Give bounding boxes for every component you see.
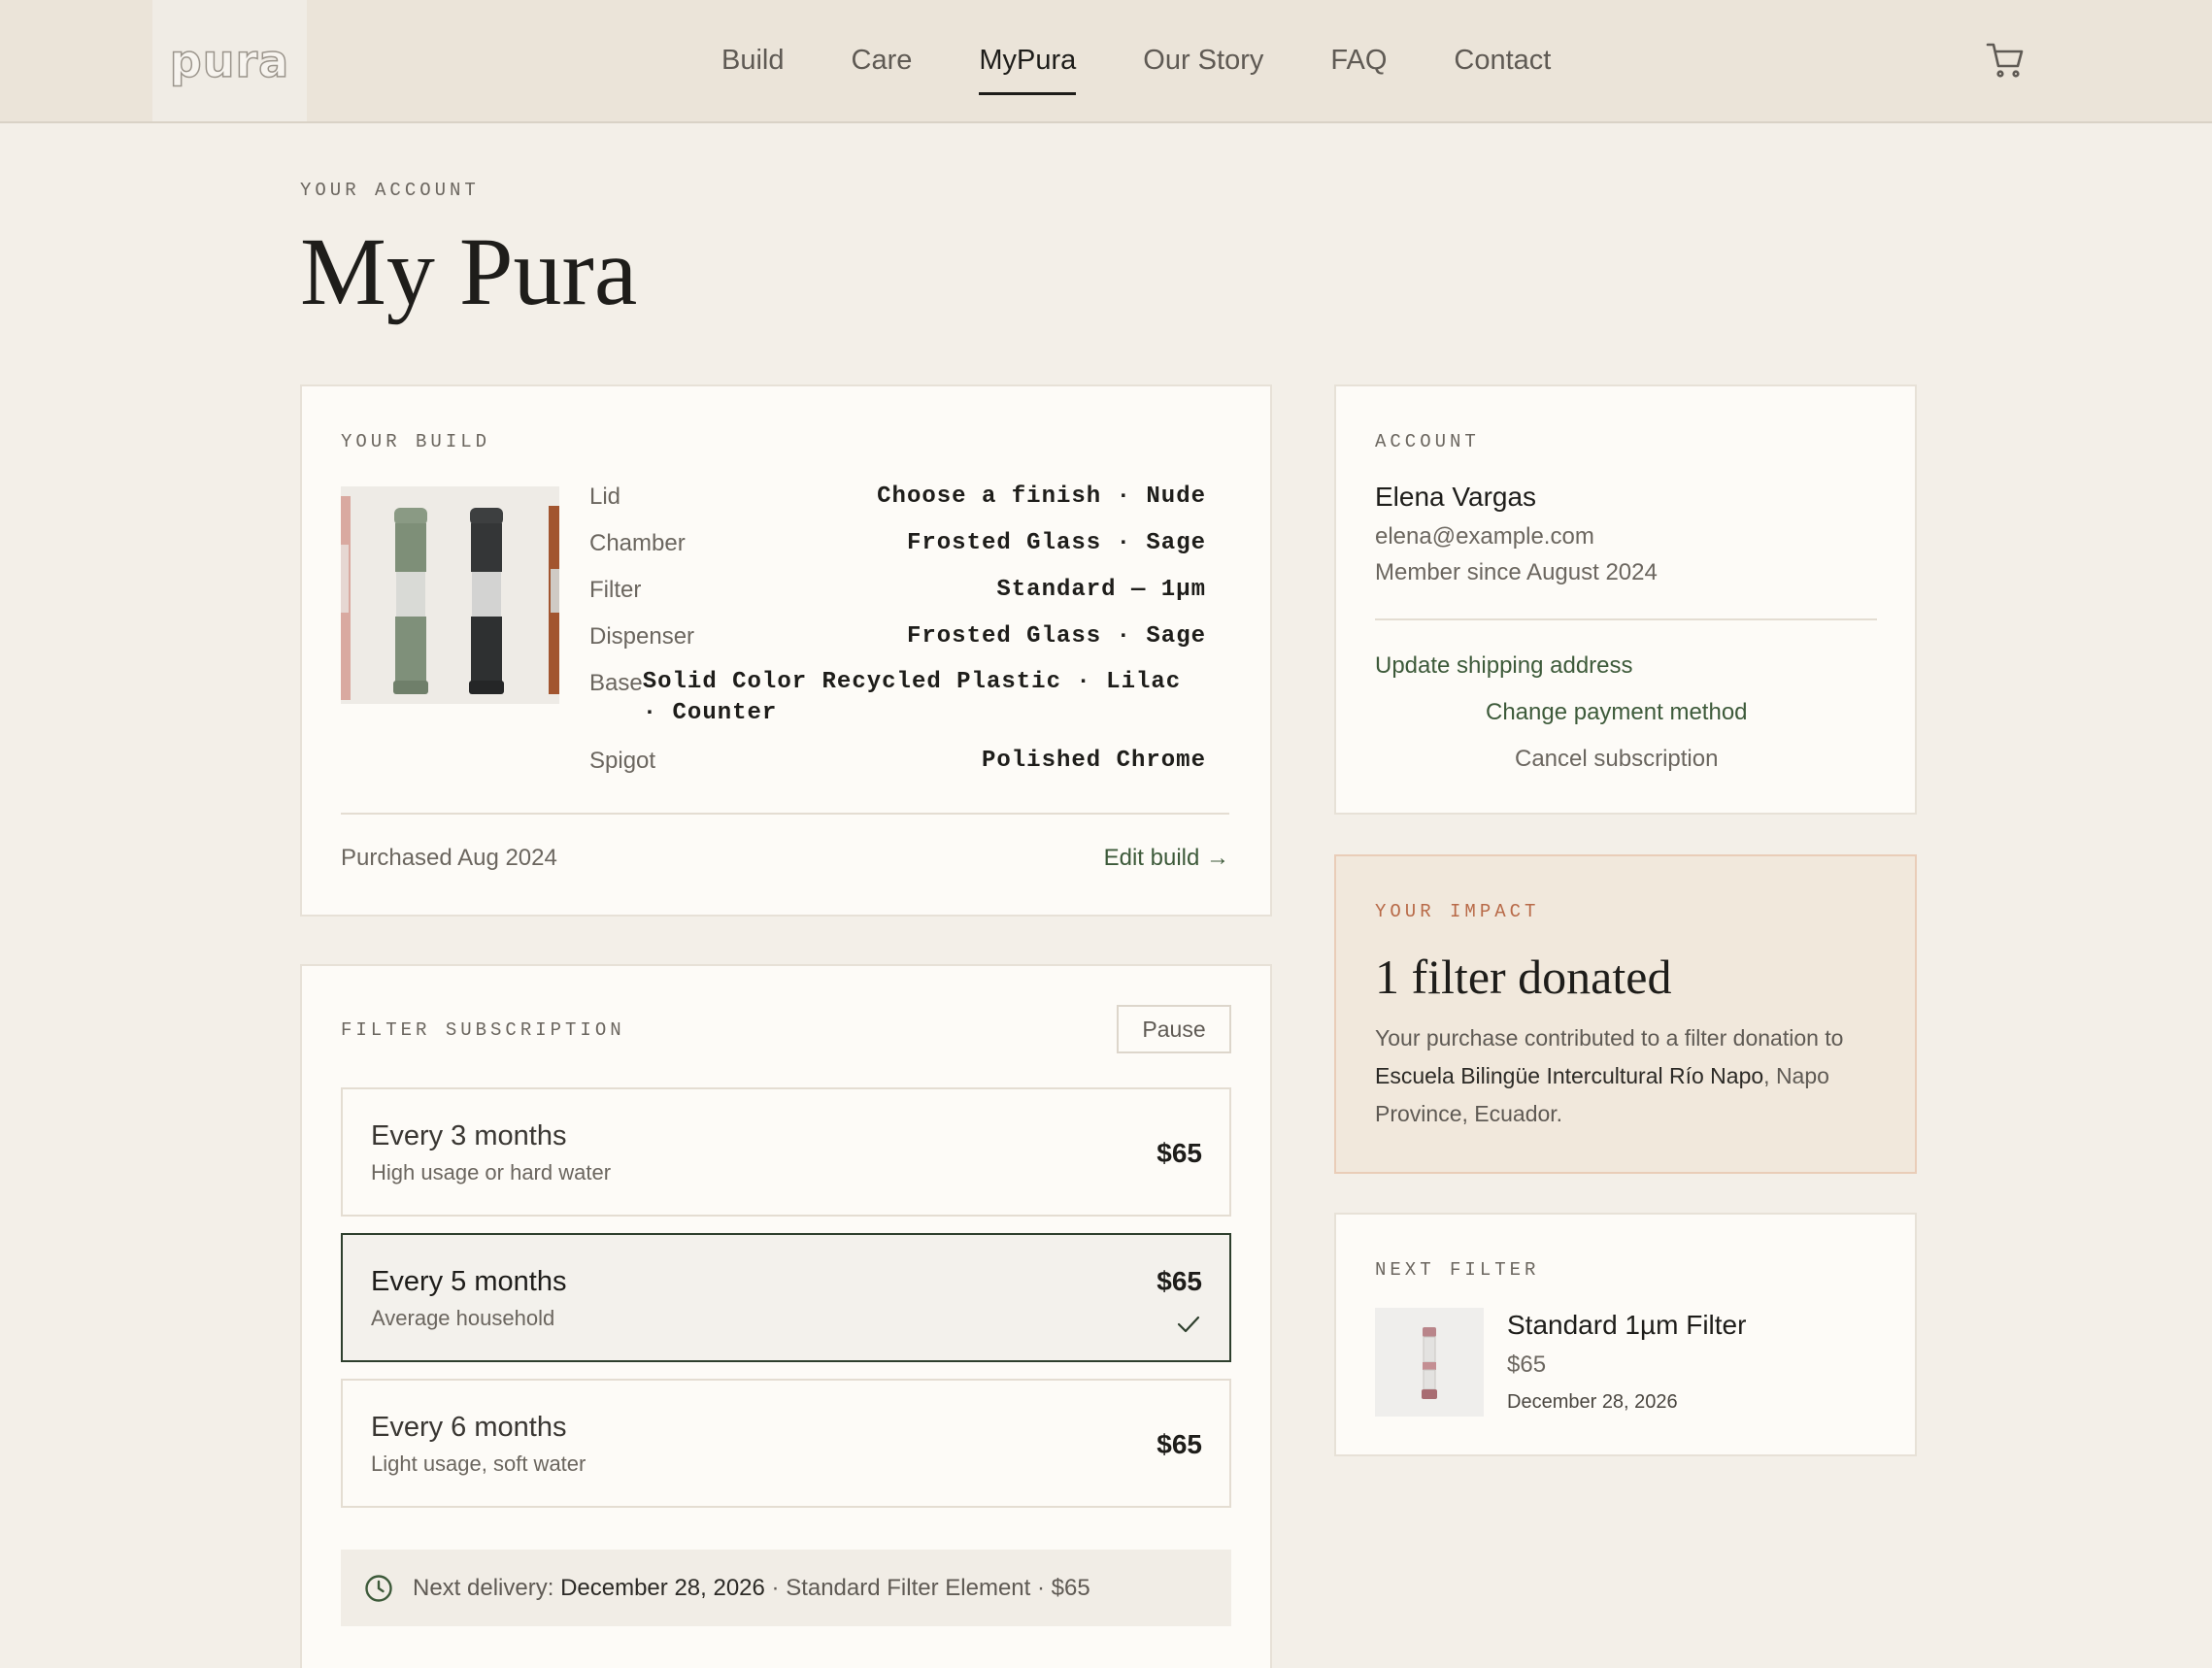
nav-mypura[interactable]: MyPura <box>979 0 1076 121</box>
plan-option-6-months[interactable]: Every 6 months Light usage, soft water $… <box>341 1379 1231 1508</box>
spec-label: Base <box>589 670 643 696</box>
clock-icon <box>365 1574 392 1602</box>
check-icon <box>1177 1316 1200 1333</box>
impact-body-prefix: Your purchase contributed to a filter do… <box>1375 1025 1844 1051</box>
spec-label: Filter <box>589 577 642 603</box>
spec-value: Frosted Glass · Sage <box>906 623 1206 650</box>
plan-title: Every 3 months <box>371 1120 567 1151</box>
build-eyebrow: YOUR BUILD <box>341 431 491 452</box>
impact-body: Your purchase contributed to a filter do… <box>1375 1019 1890 1133</box>
plan-desc: Average household <box>371 1306 555 1330</box>
subscription-eyebrow: FILTER SUBSCRIPTION <box>341 1019 625 1041</box>
spec-row-chamber: Chamber Frosted Glass · Sage <box>589 530 1206 577</box>
nav-faq[interactable]: FAQ <box>1330 0 1387 121</box>
account-name: Elena Vargas <box>1375 482 1537 512</box>
spec-value: Frosted Glass · Sage <box>906 530 1206 556</box>
nav-contact[interactable]: Contact <box>1454 0 1551 121</box>
purchase-date: Purchased Aug 2024 <box>341 845 557 871</box>
account-email: elena@example.com <box>1375 523 1594 550</box>
change-payment-link[interactable]: Change payment method <box>1486 699 1748 726</box>
next-filter-name: Standard 1µm Filter <box>1507 1310 1747 1340</box>
next-delivery-date: December 28, 2026 <box>560 1574 765 1601</box>
logo-text: pura <box>169 34 290 88</box>
main-nav: Build Care MyPura Our Story FAQ Contact <box>721 0 1618 121</box>
edit-build-link[interactable]: Edit build → <box>1104 845 1229 872</box>
site-header: pura Build Care MyPura Our Story FAQ Con… <box>0 0 2212 123</box>
nav-our-story[interactable]: Our Story <box>1143 0 1263 121</box>
spec-label: Lid <box>589 484 621 510</box>
page-eyebrow: YOUR ACCOUNT <box>300 180 480 201</box>
plan-price: $65 <box>1156 1429 1202 1459</box>
build-card: YOUR BUILD Lid Choose a finish · Nude Ch… <box>300 384 1272 917</box>
spec-label: Spigot <box>589 748 656 774</box>
plan-price: $65 <box>1156 1266 1202 1296</box>
plan-option-5-months[interactable]: Every 5 months Average household $65 <box>341 1233 1231 1362</box>
plan-option-3-months[interactable]: Every 3 months High usage or hard water … <box>341 1087 1231 1217</box>
impact-title: 1 filter donated <box>1375 950 1672 1004</box>
spec-row-filter: Filter Standard — 1µm <box>589 577 1206 623</box>
spec-value: Polished Chrome <box>981 748 1206 774</box>
plan-desc: High usage or hard water <box>371 1160 612 1184</box>
build-product-image <box>341 486 559 704</box>
plan-title: Every 6 months <box>371 1412 567 1443</box>
plan-price: $65 <box>1156 1138 1202 1168</box>
next-filter-card: NEXT FILTER Standard 1µm Filter $65 Dece… <box>1334 1213 1917 1456</box>
filter-subscription-card: FILTER SUBSCRIPTION Pause Every 3 months… <box>300 964 1272 1668</box>
next-filter-date: December 28, 2026 <box>1507 1391 1678 1413</box>
impact-eyebrow: YOUR IMPACT <box>1375 901 1540 922</box>
next-delivery-suffix: · Standard Filter Element · $65 <box>764 1574 1090 1601</box>
spec-value: Standard — 1µm <box>996 577 1206 603</box>
spec-label: Chamber <box>589 530 686 556</box>
next-filter-eyebrow: NEXT FILTER <box>1375 1259 1540 1281</box>
cancel-subscription-link[interactable]: Cancel subscription <box>1515 746 1718 773</box>
pause-button[interactable]: Pause <box>1117 1005 1231 1053</box>
plan-title: Every 5 months <box>371 1266 567 1297</box>
spec-row-spigot: Spigot Polished Chrome <box>589 748 1206 794</box>
build-specs: Lid Choose a finish · Nude Chamber Frost… <box>589 484 1206 794</box>
page-title: My Pura <box>300 217 638 325</box>
next-filter-price: $65 <box>1507 1351 1547 1378</box>
account-card: ACCOUNT Elena Vargas elena@example.com M… <box>1334 384 1917 815</box>
spec-value: Choose a finish · Nude <box>877 484 1206 510</box>
next-delivery-banner: Next delivery: December 28, 2026 · Stand… <box>341 1550 1231 1626</box>
nav-care[interactable]: Care <box>852 0 913 121</box>
member-since: Member since August 2024 <box>1375 559 1658 585</box>
nav-build[interactable]: Build <box>721 0 785 121</box>
divider <box>341 813 1229 815</box>
filter-product-image <box>1375 1308 1484 1417</box>
spec-value: Solid Color Recycled Plastic · Lilac · C… <box>642 669 1182 726</box>
impact-card: YOUR IMPACT 1 filter donated Your purcha… <box>1334 854 1917 1174</box>
divider <box>1375 618 1877 620</box>
spec-row-lid: Lid Choose a finish · Nude <box>589 484 1206 530</box>
logo[interactable]: pura <box>152 0 307 121</box>
spec-row-dispenser: Dispenser Frosted Glass · Sage <box>589 623 1206 670</box>
spec-label: Dispenser <box>589 623 695 650</box>
spec-row-base: Base Solid Color Recycled Plastic · Lila… <box>589 669 1206 748</box>
update-shipping-link[interactable]: Update shipping address <box>1375 652 1633 680</box>
next-delivery-prefix: Next delivery: <box>413 1574 561 1601</box>
impact-school-name: Escuela Bilingüe Intercultural Río Napo <box>1375 1063 1764 1088</box>
account-eyebrow: ACCOUNT <box>1375 431 1480 452</box>
plan-desc: Light usage, soft water <box>371 1451 587 1476</box>
cart-icon[interactable] <box>1985 39 2026 80</box>
